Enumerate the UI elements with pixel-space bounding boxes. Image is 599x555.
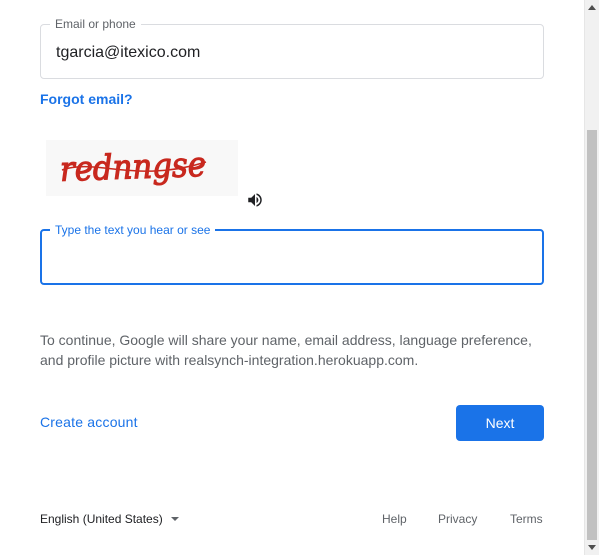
scroll-up-arrow-icon[interactable]	[588, 5, 596, 10]
captcha-input-label: Type the text you hear or see	[50, 223, 216, 237]
email-field-label: Email or phone	[50, 17, 141, 31]
create-account-button[interactable]: Create account	[40, 414, 138, 430]
scroll-down-arrow-icon[interactable]	[588, 545, 596, 550]
vertical-scrollbar[interactable]	[584, 0, 599, 555]
sign-in-page: Email or phone tgarcia@itexico.com Forgo…	[0, 0, 599, 555]
volume-icon	[248, 193, 262, 207]
captcha-input-field[interactable]: Type the text you hear or see	[40, 223, 544, 285]
language-selector[interactable]: English (United States)	[40, 511, 179, 527]
consent-disclaimer: To continue, Google will share your name…	[40, 332, 532, 368]
audio-captcha-button[interactable]	[246, 191, 264, 209]
caret-down-icon	[170, 517, 179, 521]
scrollbar-thumb[interactable]	[587, 130, 597, 540]
terms-link[interactable]: Terms	[510, 511, 543, 527]
privacy-link[interactable]: Privacy	[438, 511, 477, 527]
email-field-value[interactable]: tgarcia@itexico.com	[56, 43, 200, 63]
captcha-input[interactable]	[54, 245, 524, 269]
help-link[interactable]: Help	[382, 511, 407, 527]
captcha-image: rednngse	[46, 140, 238, 196]
language-selector-label: English (United States)	[40, 512, 163, 526]
email-field[interactable]: Email or phone tgarcia@itexico.com	[40, 17, 544, 79]
next-button[interactable]: Next	[456, 405, 544, 441]
forgot-email-link[interactable]: Forgot email?	[40, 91, 133, 107]
